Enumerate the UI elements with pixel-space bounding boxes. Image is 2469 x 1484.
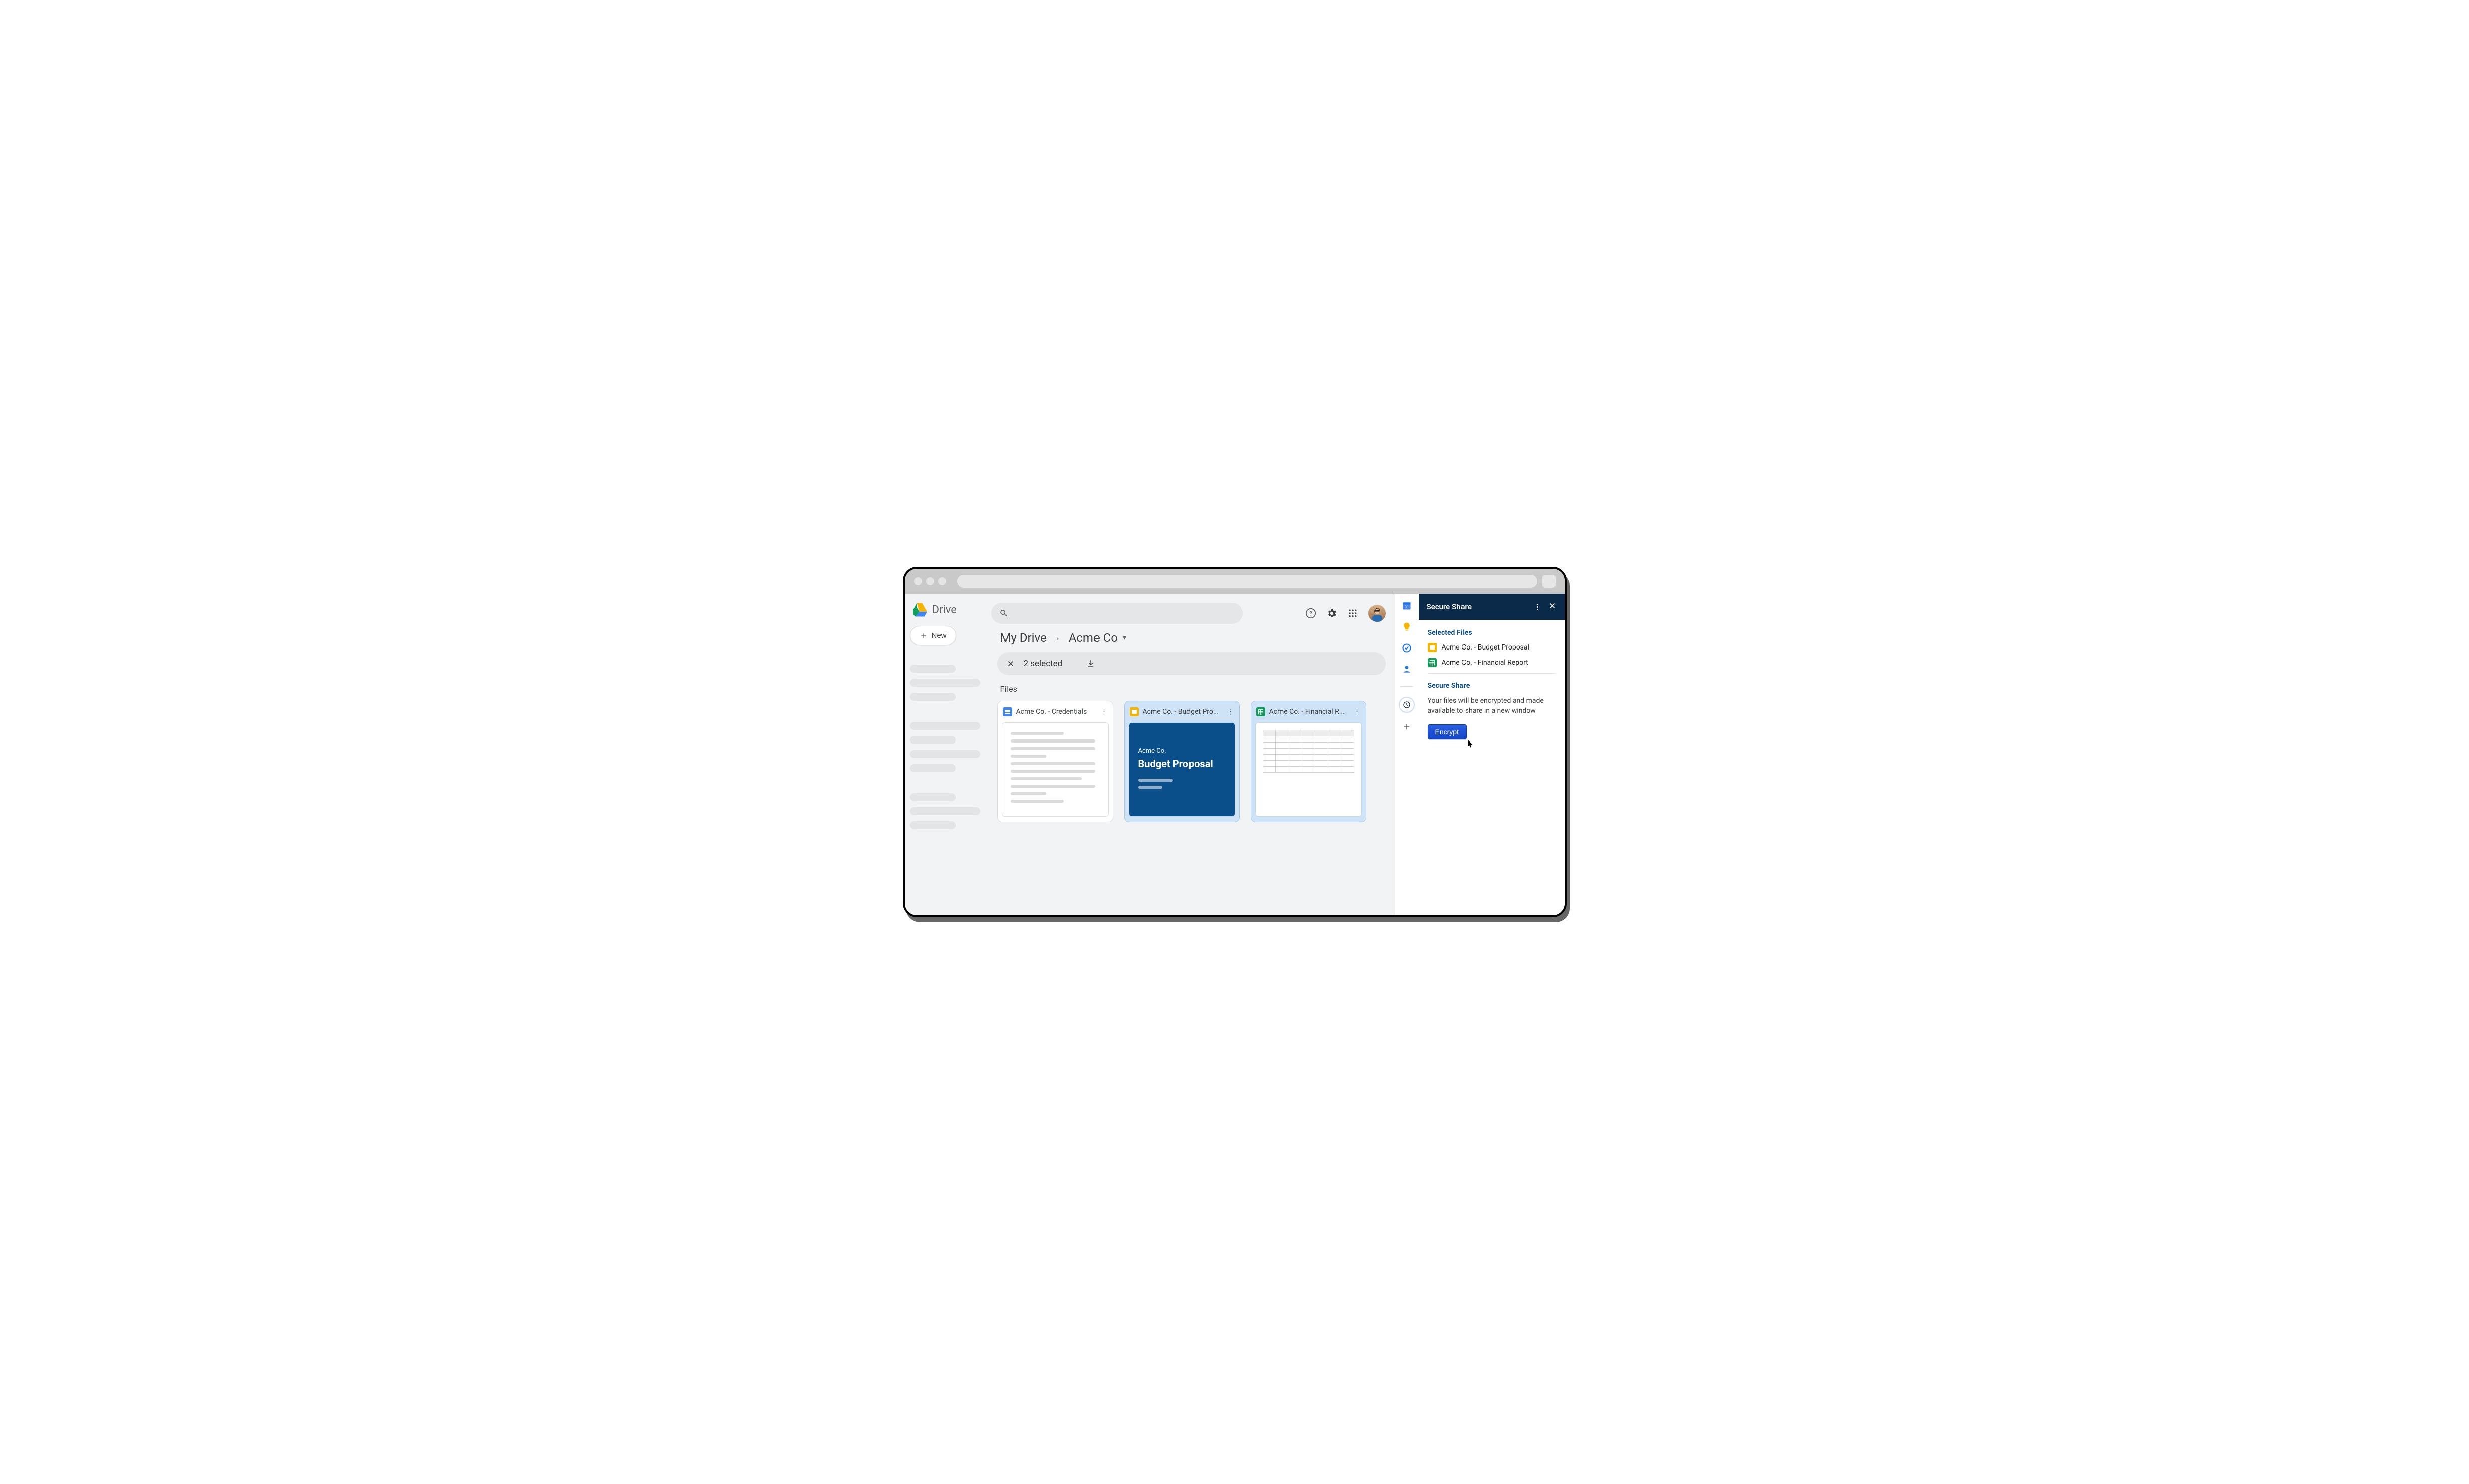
panel-close-icon[interactable] [1548, 602, 1557, 612]
selected-file-row: Acme Co. - Financial Report [1428, 658, 1556, 667]
browser-chrome [905, 569, 1565, 594]
slides-icon [1428, 643, 1437, 652]
breadcrumb-root[interactable]: My Drive [1000, 631, 1047, 645]
secure-share-heading: Secure Share [1428, 682, 1556, 690]
panel-divider [1428, 673, 1556, 674]
sidebar-item[interactable] [910, 807, 980, 815]
cursor-icon [1466, 739, 1475, 748]
file-preview [1255, 722, 1362, 817]
sidebar-item[interactable] [910, 679, 980, 687]
slides-icon [1130, 707, 1139, 716]
download-button[interactable] [1086, 659, 1095, 668]
selection-count: 2 selected [1024, 659, 1063, 669]
slide-subtitle: Acme Co. [1138, 747, 1226, 755]
drive-brand-label: Drive [932, 604, 957, 616]
main-content: ? My Drive [985, 594, 1395, 915]
more-icon[interactable]: ⋮ [1227, 708, 1234, 716]
traffic-light-close[interactable] [914, 577, 922, 585]
sidebar-item[interactable] [910, 821, 956, 829]
search-input[interactable] [991, 603, 1243, 624]
gear-icon[interactable] [1326, 608, 1337, 619]
new-button-label: New [932, 631, 947, 640]
sidebar-item[interactable] [910, 750, 980, 758]
breadcrumb-folder[interactable]: Acme Co ▾ [1069, 631, 1126, 645]
contacts-icon[interactable] [1401, 663, 1413, 675]
browser-menu[interactable] [1542, 575, 1556, 588]
panel-header: Secure Share ⋮ [1419, 594, 1565, 620]
breadcrumb: My Drive Acme Co ▾ [1000, 631, 1386, 645]
traffic-light-zoom[interactable] [938, 577, 946, 585]
selected-file-row: Acme Co. - Budget Proposal [1428, 643, 1556, 652]
secure-share-description: Your files will be encrypted and made av… [1428, 696, 1556, 716]
drive-logo-icon [912, 603, 927, 617]
encrypt-button[interactable]: Encrypt [1428, 724, 1467, 739]
sidebar-item[interactable] [910, 764, 956, 772]
traffic-light-minimize[interactable] [926, 577, 934, 585]
file-preview [1002, 722, 1109, 817]
secure-share-addon-icon[interactable] [1400, 698, 1414, 712]
tasks-icon[interactable] [1401, 642, 1413, 654]
file-preview: Acme Co. Budget Proposal [1129, 722, 1235, 817]
file-card[interactable]: Acme Co. - Credentials ⋮ [997, 701, 1113, 822]
drive-brand[interactable]: Drive [910, 603, 980, 617]
file-card[interactable]: Acme Co. - Financial R... ⋮ [1251, 701, 1366, 822]
selection-bar: 2 selected [997, 652, 1386, 675]
chevron-right-icon [1055, 631, 1061, 645]
file-title: Acme Co. - Budget Pro... [1143, 708, 1223, 716]
sidebar-item[interactable] [910, 736, 956, 744]
sheets-icon [1256, 707, 1265, 716]
new-button[interactable]: New [910, 626, 956, 645]
drive-sidebar: Drive New [905, 594, 985, 915]
selected-file-name: Acme Co. - Financial Report [1442, 659, 1528, 667]
svg-text:?: ? [1309, 610, 1312, 617]
file-cards: Acme Co. - Credentials ⋮ [997, 701, 1386, 822]
file-title: Acme Co. - Credentials [1016, 708, 1096, 716]
docs-icon [1003, 707, 1012, 716]
panel-title: Secure Share [1427, 602, 1527, 611]
url-bar[interactable] [957, 575, 1537, 588]
breadcrumb-folder-label: Acme Co [1069, 631, 1118, 645]
browser-window: Drive New [903, 567, 1567, 917]
sheets-icon [1428, 658, 1437, 667]
sidebar-item[interactable] [910, 793, 956, 801]
sidebar-item[interactable] [910, 693, 956, 701]
sidebar-item[interactable] [910, 722, 980, 730]
panel-more-icon[interactable]: ⋮ [1534, 602, 1541, 611]
encrypt-button-label: Encrypt [1435, 728, 1459, 736]
plus-icon [920, 632, 928, 640]
secure-share-panel: Secure Share ⋮ Selected Files Acme Co. -… [1419, 594, 1565, 915]
svg-text:31: 31 [1405, 605, 1409, 609]
file-card[interactable]: Acme Co. - Budget Pro... ⋮ Acme Co. Budg… [1124, 701, 1240, 822]
more-icon[interactable]: ⋮ [1354, 708, 1361, 716]
files-section-label: Files [1000, 684, 1386, 694]
caret-down-icon: ▾ [1123, 634, 1126, 642]
file-title: Acme Co. - Financial R... [1269, 708, 1350, 716]
add-addon-icon[interactable] [1401, 721, 1413, 733]
sidebar-item[interactable] [910, 665, 956, 673]
addon-rail: 31 [1395, 594, 1419, 915]
more-icon[interactable]: ⋮ [1101, 708, 1108, 716]
keep-icon[interactable] [1401, 621, 1413, 633]
search-icon [999, 609, 1009, 618]
slide-headline: Budget Proposal [1138, 758, 1226, 770]
account-avatar[interactable] [1368, 605, 1386, 622]
clear-selection-button[interactable] [1007, 660, 1015, 668]
traffic-lights [914, 577, 946, 585]
help-icon[interactable]: ? [1305, 608, 1316, 619]
selected-file-name: Acme Co. - Budget Proposal [1442, 643, 1529, 652]
selected-files-heading: Selected Files [1428, 629, 1556, 637]
calendar-icon[interactable]: 31 [1401, 600, 1413, 612]
apps-grid-icon[interactable] [1347, 608, 1358, 619]
